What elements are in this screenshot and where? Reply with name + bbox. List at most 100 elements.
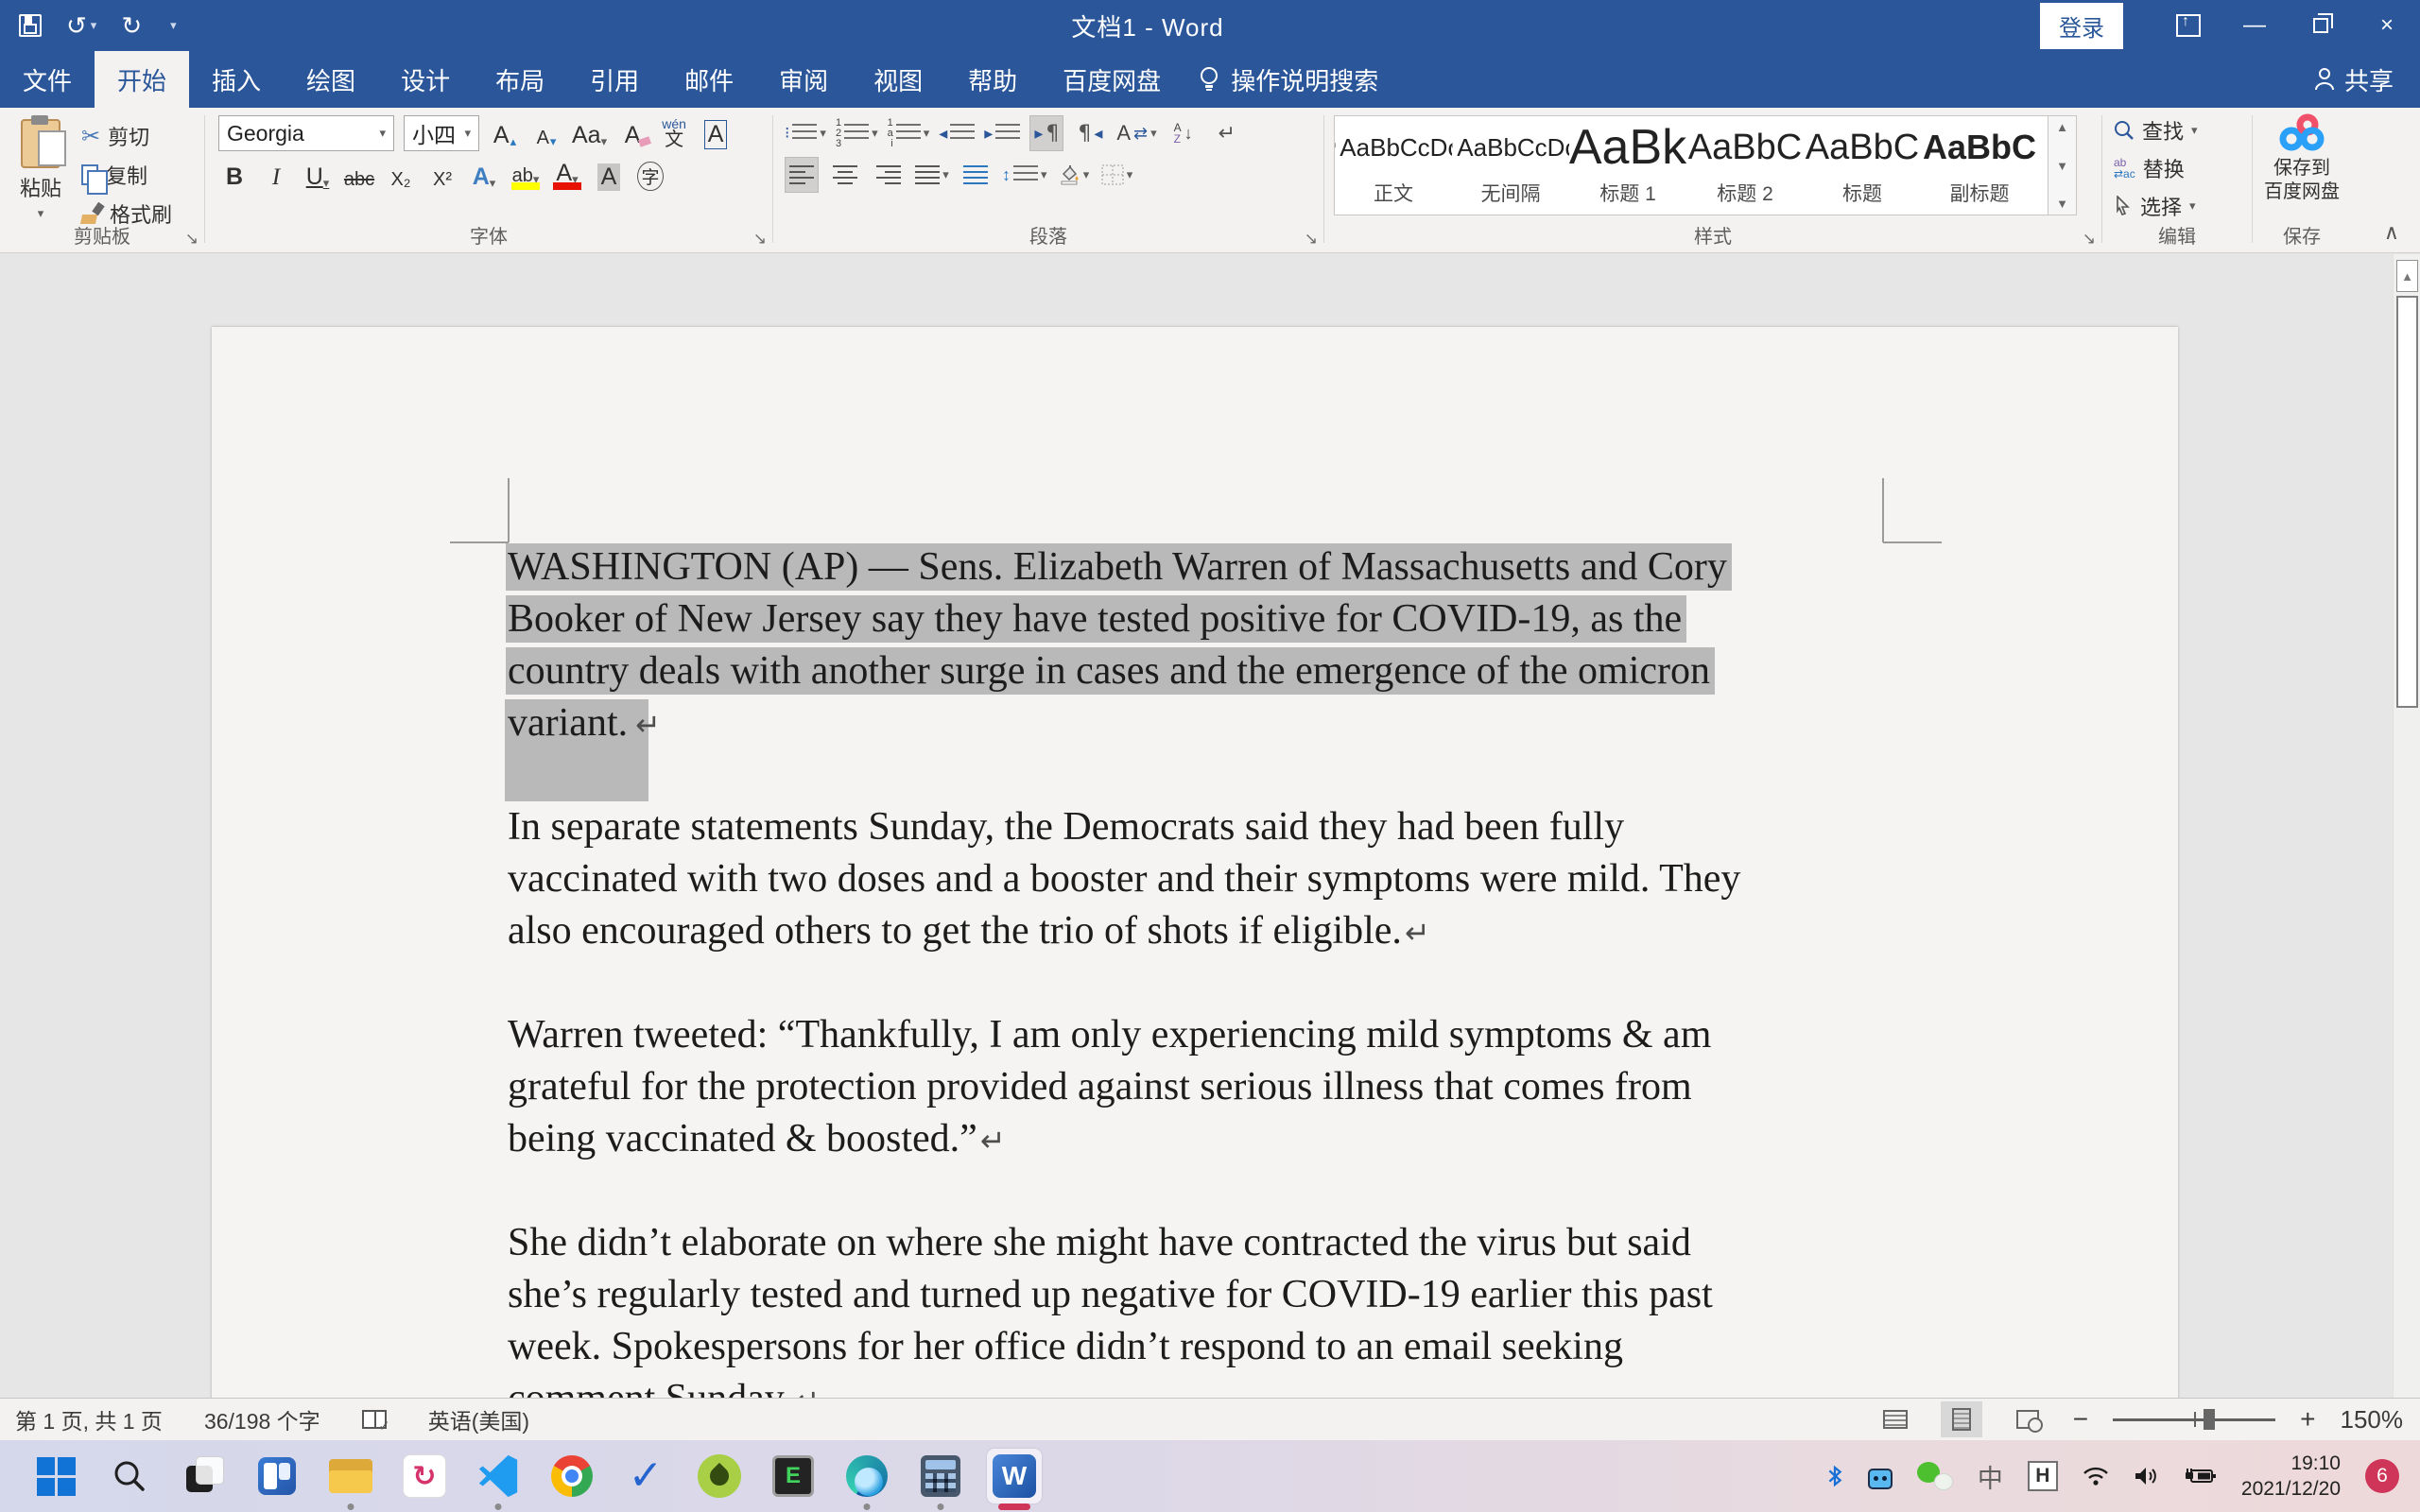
taskbar-word-icon[interactable]: W (987, 1449, 1042, 1503)
underline-button[interactable]: U▾ (302, 157, 334, 193)
save-button[interactable] (19, 14, 42, 37)
find-button[interactable]: 查找▾ (2114, 115, 2252, 146)
phonetic-guide-button[interactable]: wén文 (658, 115, 690, 151)
zoom-out-button[interactable]: − (2073, 1404, 2088, 1435)
style-标题 1[interactable]: AaBk标题 1 (1569, 116, 1686, 215)
superscript-button[interactable]: X² (426, 157, 458, 193)
change-case-button[interactable]: Aa▾ (572, 115, 607, 151)
style-正文[interactable]: ↵AaBbCcDc正文 (1335, 116, 1452, 215)
align-center-button[interactable] (828, 157, 862, 193)
collapse-ribbon-button[interactable]: ∧ (2384, 220, 2399, 245)
zoom-level[interactable]: 150% (2341, 1405, 2404, 1435)
grow-font-button[interactable]: A▴ (489, 115, 521, 151)
taskbar-green-app-icon[interactable] (692, 1449, 747, 1503)
style-标题[interactable]: AaBbC标题 (1804, 116, 1921, 215)
asian-layout-button[interactable]: A⇄▾ (1116, 115, 1156, 151)
taskbar-edge-icon[interactable] (839, 1449, 894, 1503)
taskbar-search-icon[interactable] (102, 1449, 157, 1503)
taskbar-sync-app-icon[interactable]: ↻ (397, 1449, 452, 1503)
scrollbar-thumb[interactable] (2396, 296, 2418, 708)
tab-审阅[interactable]: 审阅 (756, 51, 851, 108)
tab-帮助[interactable]: 帮助 (945, 51, 1040, 108)
bold-button[interactable]: B (218, 157, 251, 193)
tab-插入[interactable]: 插入 (189, 51, 284, 108)
font-dialog-launcher[interactable]: ↘ (753, 230, 767, 249)
styles-dialog-launcher[interactable]: ↘ (2083, 230, 2096, 249)
save-to-baidu-button[interactable]: 保存到百度网盘 (2264, 112, 2340, 204)
ime-mode-indicator[interactable]: 中 (1978, 1458, 2003, 1495)
ribbon-display-options-button[interactable] (2155, 0, 2221, 51)
distribute-button[interactable] (959, 157, 993, 193)
volume-icon[interactable] (2134, 1465, 2160, 1487)
read-mode-button[interactable] (1875, 1401, 1916, 1437)
font-color-button[interactable]: A▾ (551, 157, 583, 193)
decrease-indent-button[interactable]: ◂ (939, 115, 975, 151)
bluetooth-icon[interactable] (1826, 1465, 1843, 1487)
increase-indent-button[interactable]: ▸ (984, 115, 1020, 151)
line-spacing-button[interactable]: ↕▾ (1002, 157, 1047, 193)
zoom-in-button[interactable]: + (2300, 1404, 2315, 1435)
tab-邮件[interactable]: 邮件 (662, 51, 756, 108)
numbering-button[interactable]: 123▾ (836, 115, 878, 151)
tab-绘图[interactable]: 绘图 (284, 51, 378, 108)
tell-me-search[interactable]: 操作说明搜索 (1199, 51, 1378, 108)
customize-qat-button[interactable]: ▾ (166, 18, 177, 33)
style-无间隔[interactable]: ↵AaBbCcDc无间隔 (1452, 116, 1569, 215)
subscript-button[interactable]: X₂ (385, 157, 417, 193)
borders-button[interactable]: ▾ (1100, 157, 1134, 193)
taskbar-todo-icon[interactable]: ✓ (618, 1449, 673, 1503)
enclose-characters-button[interactable]: 字 (634, 157, 666, 193)
scroll-up-button[interactable]: ▲ (2396, 260, 2418, 292)
tab-视图[interactable]: 视图 (851, 51, 945, 108)
print-layout-button[interactable] (1941, 1401, 1982, 1437)
taskbar-file-explorer-icon[interactable] (323, 1449, 378, 1503)
replace-button[interactable]: ab⇄ac 替换 (2114, 153, 2252, 183)
language-indicator[interactable]: 英语(美国) (428, 1403, 529, 1435)
proofing-icon[interactable] (362, 1410, 387, 1429)
ime-language-indicator[interactable]: H (2028, 1461, 2058, 1491)
wechat-icon[interactable] (1917, 1462, 1953, 1490)
style-副标题[interactable]: AaBbC副标题 (1921, 116, 2038, 215)
left-to-right-paragraph-button[interactable]: ▸¶ (1029, 115, 1063, 151)
tab-引用[interactable]: 引用 (567, 51, 662, 108)
zoom-slider[interactable] (2113, 1418, 2275, 1421)
tab-布局[interactable]: 布局 (473, 51, 567, 108)
styles-more-button[interactable]: ▼ (2056, 197, 2068, 211)
character-shading-button[interactable]: A (593, 157, 625, 193)
taskbar-widgets-icon[interactable] (250, 1449, 304, 1503)
sign-in-button[interactable]: 登录 (2040, 3, 2123, 49)
share-button[interactable]: 共享 (2314, 51, 2420, 108)
zoom-slider-thumb[interactable] (2204, 1409, 2215, 1430)
styles-scroll-down[interactable]: ▼ (2056, 159, 2068, 173)
clipboard-dialog-launcher[interactable]: ↘ (185, 230, 199, 249)
notification-badge[interactable]: 6 (2365, 1459, 2399, 1493)
undo-button[interactable]: ↺▾ (66, 11, 96, 41)
page-indicator[interactable]: 第 1 页, 共 1 页 (15, 1403, 163, 1435)
word-count[interactable]: 36/198 个字 (204, 1403, 320, 1435)
tab-开始[interactable]: 开始 (95, 51, 189, 108)
strikethrough-button[interactable]: abc (343, 157, 375, 193)
right-to-left-paragraph-button[interactable]: ¶◂ (1073, 115, 1107, 151)
taskbar-vscode-icon[interactable] (471, 1449, 526, 1503)
restore-button[interactable] (2288, 0, 2354, 51)
align-right-button[interactable] (872, 157, 906, 193)
close-button[interactable]: × (2354, 0, 2420, 51)
italic-button[interactable]: I (260, 157, 292, 193)
bullets-button[interactable]: ⁝▾ (785, 115, 826, 151)
cut-button[interactable]: ✂剪切 (81, 121, 172, 151)
redo-button[interactable]: ↻ (121, 11, 142, 41)
minimize-button[interactable]: — (2221, 0, 2288, 51)
taskbar-chrome-icon[interactable] (544, 1449, 599, 1503)
font-name-combo[interactable]: Georgia▾ (218, 115, 394, 151)
shading-button[interactable]: ▾ (1057, 157, 1091, 193)
styles-scroll-up[interactable]: ▲ (2056, 120, 2068, 134)
text-effects-button[interactable]: A▾ (468, 157, 500, 193)
tab-百度网盘[interactable]: 百度网盘 (1040, 51, 1184, 108)
taskbar-task-view-icon[interactable] (176, 1449, 231, 1503)
taskbar-start-icon[interactable] (28, 1449, 83, 1503)
select-button[interactable]: 选择▾ (2114, 191, 2252, 221)
wifi-icon[interactable] (2083, 1466, 2109, 1486)
taskbar-calculator-icon[interactable] (913, 1449, 968, 1503)
clear-formatting-button[interactable]: A (616, 115, 648, 151)
document-text[interactable]: WASHINGTON (AP) — Sens. Elizabeth Warren… (508, 541, 1888, 1398)
